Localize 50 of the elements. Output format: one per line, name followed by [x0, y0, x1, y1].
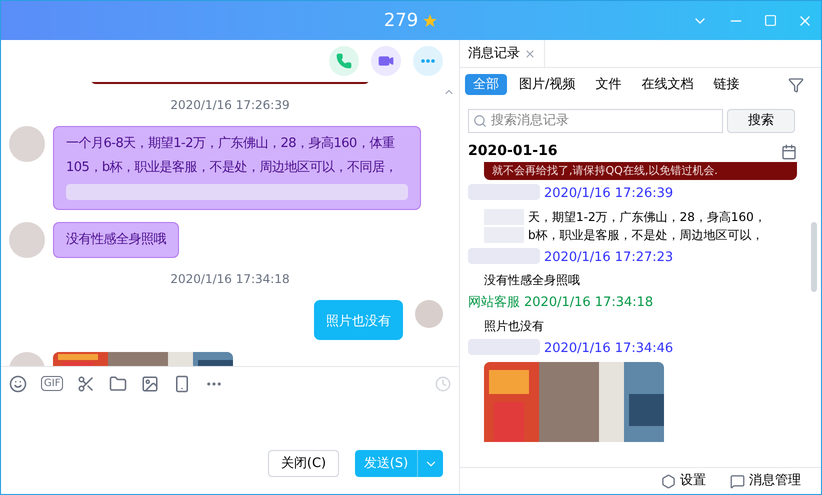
voice-call-button[interactable] — [329, 46, 359, 76]
avatar — [9, 222, 45, 258]
search-icon — [473, 114, 487, 128]
tab-label: 消息记录 — [468, 44, 520, 63]
banner-text: 就不会再给找了,请保持QQ在线,以免错过机会. — [492, 162, 718, 179]
gif-icon[interactable]: GIF — [41, 376, 64, 391]
emoji-icon[interactable] — [9, 374, 27, 392]
filter-tab[interactable]: 在线文档 — [633, 74, 702, 95]
filter-icon[interactable] — [788, 76, 804, 92]
message-text: 没有性感全身照哦 — [66, 231, 166, 249]
sender-name: 网站客服 — [468, 294, 520, 312]
close-button[interactable]: 关闭(C) — [268, 450, 339, 477]
timestamp: 2020/1/16 17:26:39 — [170, 97, 290, 114]
filter-tab[interactable]: 链接 — [705, 74, 748, 95]
calendar-icon[interactable] — [781, 144, 797, 160]
folder-icon[interactable] — [109, 374, 128, 392]
entry-text: b杯，职业是客服，不是处，周边地区可以， — [528, 226, 764, 244]
entry-text: 照片也没有 — [484, 318, 544, 334]
message-manage-link[interactable]: 消息管理 — [749, 471, 801, 491]
message-text: 照片也没有 — [326, 314, 391, 329]
avatar — [415, 300, 443, 328]
scissors-icon[interactable] — [77, 374, 96, 392]
entry-text: 天，期望1-2万，广东佛山，28，身高160， — [528, 208, 766, 226]
more-icon — [421, 59, 435, 63]
entry-time: 2020/1/16 17:34:46 — [544, 340, 674, 358]
timestamp: 2020/1/16 17:34:18 — [170, 271, 290, 288]
entry-time: 2020/1/16 17:34:18 — [524, 294, 654, 312]
window-title: 279 — [384, 9, 418, 33]
scrollbar[interactable] — [811, 222, 817, 292]
entry-text: 没有性感全身照哦 — [484, 272, 580, 289]
video-call-button[interactable] — [371, 46, 401, 76]
close-icon[interactable] — [524, 48, 536, 60]
date-heading: 2020-01-16 — [468, 142, 559, 161]
search-box[interactable]: 搜索消息记录 — [468, 109, 723, 133]
message-text: 一个月6-8天，期望1-2万，广东佛山，28，身高160，体重105，b杯，职业是客服，不是处，周边地区可以，不同居， — [66, 135, 398, 177]
avatar — [9, 126, 45, 162]
settings-icon[interactable] — [661, 474, 676, 488]
image-icon[interactable] — [141, 374, 160, 392]
history-tab[interactable]: 消息记录 — [460, 40, 545, 67]
entry-time: 2020/1/16 17:27:23 — [544, 248, 674, 266]
search-field[interactable]: 搜索消息记录 — [491, 111, 718, 131]
filter-tab[interactable]: 图片/视频 — [511, 74, 584, 95]
phone-icon — [336, 53, 352, 69]
settings-link[interactable]: 设置 — [680, 471, 706, 491]
star-icon — [422, 12, 438, 28]
filter-tab[interactable]: 文件 — [587, 74, 630, 95]
more-button[interactable] — [413, 46, 443, 76]
entry-time: 2020/1/16 17:26:39 — [544, 185, 674, 203]
message-manage-icon[interactable] — [730, 474, 745, 488]
search-button[interactable]: 搜索 — [727, 109, 795, 133]
